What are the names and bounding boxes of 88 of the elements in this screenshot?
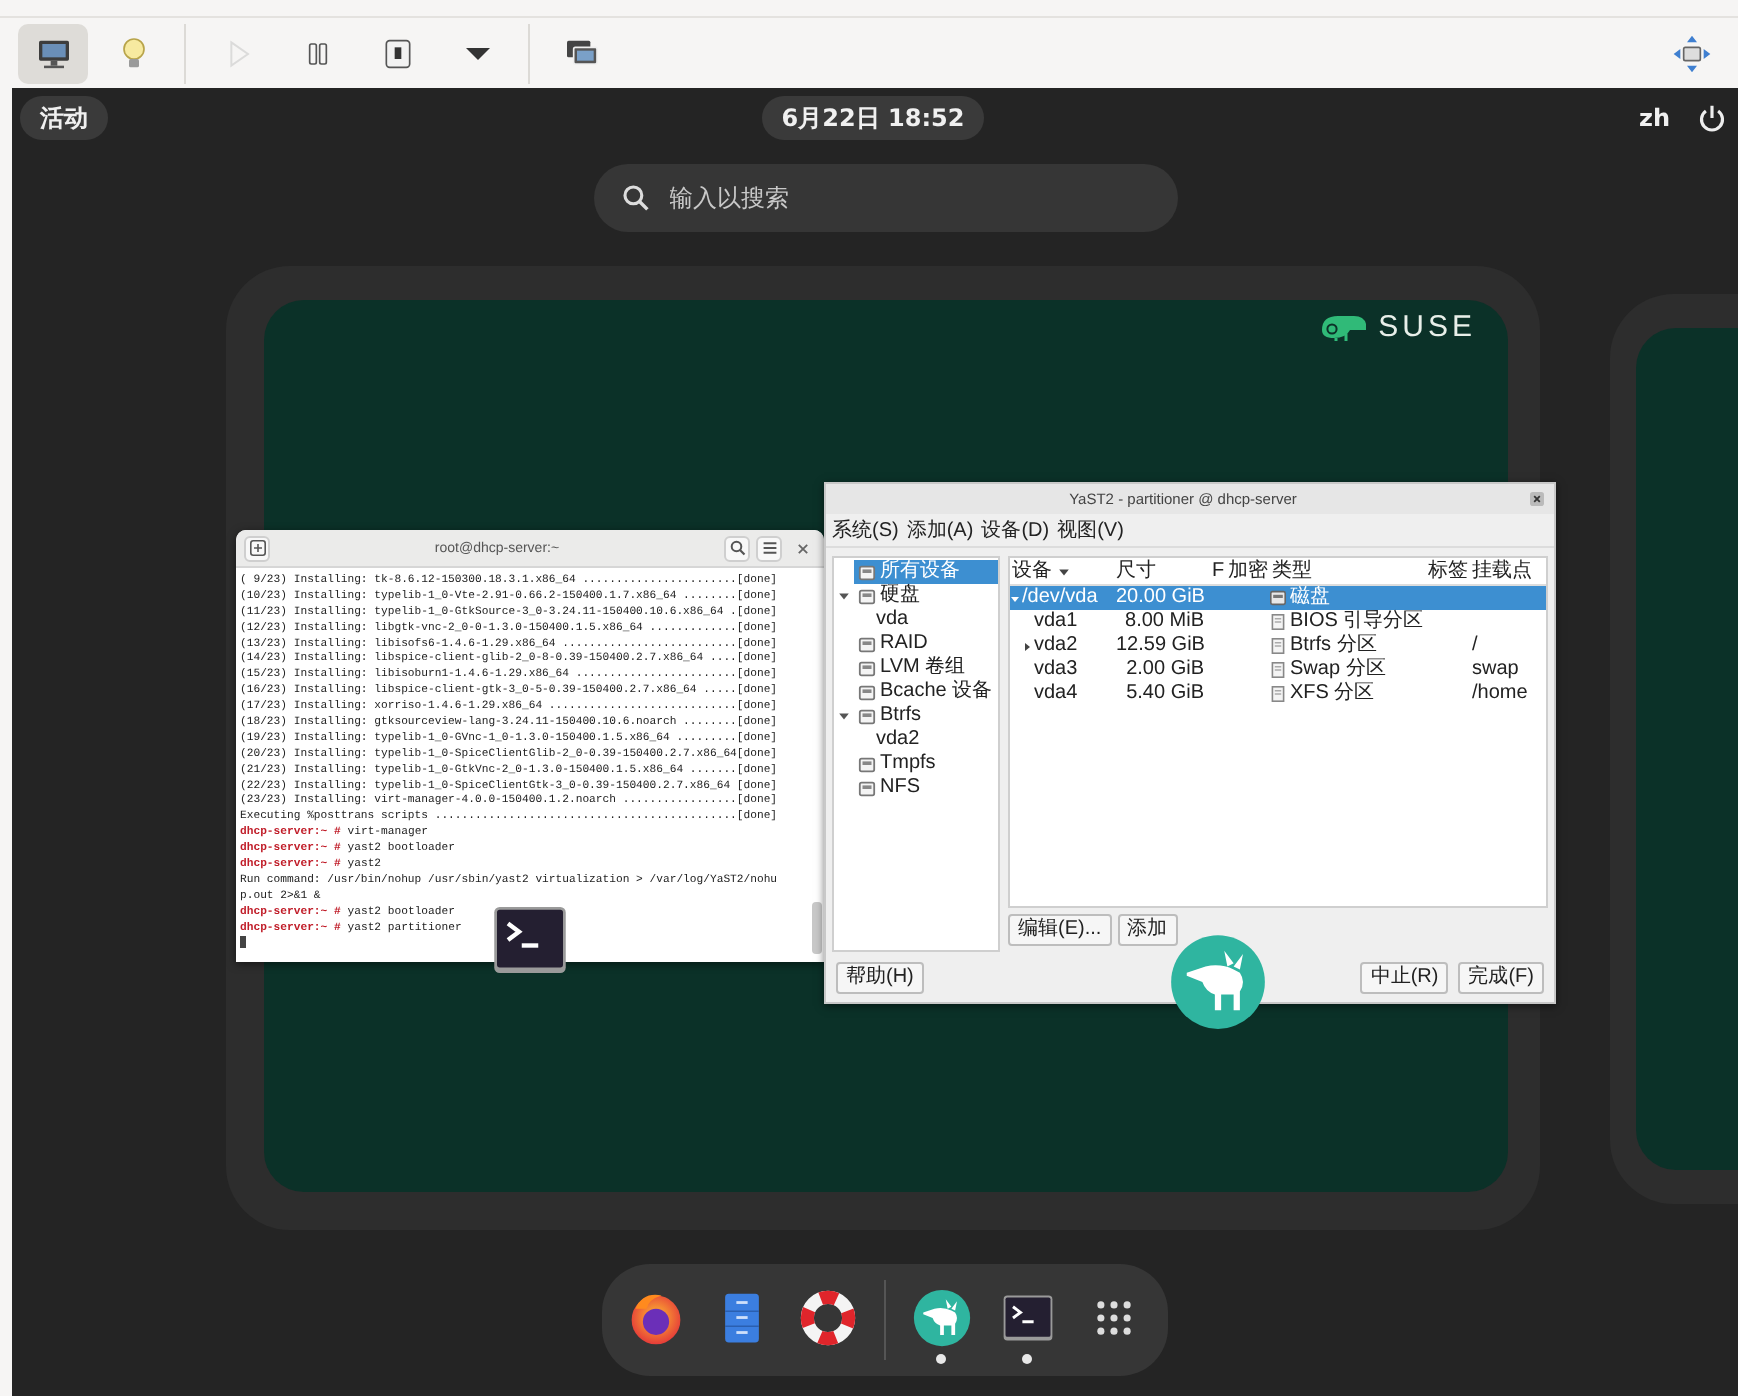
expander-icon[interactable] xyxy=(838,590,850,602)
lifebuoy-icon[interactable] xyxy=(797,1288,857,1348)
terminal-window[interactable] xyxy=(236,530,824,962)
expander-icon[interactable] xyxy=(838,710,850,722)
partition-icon xyxy=(1270,638,1286,654)
search-icon xyxy=(729,540,745,556)
table-row[interactable]: vda4 5.40 GiB XFS 分区 /home xyxy=(1010,682,1546,706)
plus-icon xyxy=(249,540,265,556)
logo-text: SUSE xyxy=(1378,310,1476,344)
caret-icon xyxy=(465,47,489,59)
device-name: vda1 xyxy=(1034,610,1078,634)
menu-button[interactable] xyxy=(756,535,782,561)
tree-item[interactable]: Bcache 设备 xyxy=(854,680,997,704)
partition-icon xyxy=(1270,662,1286,678)
close-icon[interactable] xyxy=(1530,492,1544,506)
type-text: 磁盘 xyxy=(1290,586,1330,610)
menu-item[interactable]: 设备(D) xyxy=(981,516,1050,544)
close-icon[interactable] xyxy=(796,541,810,555)
text-cursor xyxy=(240,935,246,949)
scrollbar-thumb[interactable] xyxy=(812,902,822,954)
search-icon xyxy=(621,184,649,212)
chameleon-icon xyxy=(1318,312,1371,342)
display-button[interactable] xyxy=(18,23,88,83)
column-header[interactable]: 类型 xyxy=(1270,558,1426,584)
device-icon xyxy=(858,707,876,725)
column-header[interactable]: 标签 xyxy=(1426,558,1470,584)
device-icon xyxy=(858,755,876,773)
menu-item[interactable]: 添加(A) xyxy=(906,516,974,544)
new-tab-button[interactable] xyxy=(244,535,270,561)
table-row[interactable]: vda3 2.00 GiB Swap 分区 swap xyxy=(1010,658,1546,682)
table-cell-text: swap xyxy=(1470,658,1521,682)
device-name: vda3 xyxy=(1034,658,1078,682)
tree-item[interactable]: 硬盘 xyxy=(854,584,924,608)
power-icon[interactable] xyxy=(1698,104,1726,132)
table-cell-text: 2.00 GiB xyxy=(1124,658,1206,682)
device-icon xyxy=(858,635,876,653)
column-header[interactable]: 设备 xyxy=(1010,558,1114,584)
menu-item[interactable]: 系统(S) xyxy=(832,516,899,544)
dialog-button[interactable]: 中止(R) xyxy=(1360,961,1449,993)
device-icon xyxy=(858,659,876,677)
table-cell-text: 8.00 MiB xyxy=(1123,610,1206,634)
partitioner-window[interactable] xyxy=(824,482,1556,1004)
table-cell-text: / xyxy=(1470,634,1480,658)
device-name: vda4 xyxy=(1034,682,1078,706)
type-text: Swap 分区 xyxy=(1290,658,1386,682)
table-row[interactable]: vda2 12.59 GiB Btrfs 分区 / xyxy=(1010,634,1546,658)
tree-item[interactable]: vda2 xyxy=(872,728,924,752)
anteater-icon[interactable] xyxy=(911,1288,971,1348)
resize-icon xyxy=(1671,33,1711,73)
anteater-icon xyxy=(1168,932,1268,1032)
tree-item[interactable]: vda xyxy=(872,608,913,632)
dialog-button[interactable]: 帮助(H) xyxy=(836,961,924,993)
tree-item[interactable]: Btrfs xyxy=(854,704,926,728)
dialog-button[interactable]: 添加 xyxy=(1117,914,1178,946)
tree-item[interactable]: NFS xyxy=(854,776,924,800)
partition-icon xyxy=(1270,686,1286,702)
table-cell-text: /home xyxy=(1470,682,1530,706)
device-name: vda2 xyxy=(1034,634,1078,658)
menu-icon xyxy=(761,540,777,556)
type-text: XFS 分区 xyxy=(1290,682,1375,706)
device-name: /dev/vda xyxy=(1022,586,1098,610)
partition-icon xyxy=(1270,614,1286,630)
column-header[interactable]: 尺寸 xyxy=(1114,558,1210,584)
table-row[interactable]: vda1 8.00 MiB BIOS 引导分区 xyxy=(1010,610,1546,634)
search-field[interactable]: 输入以搜索 xyxy=(593,164,1177,232)
input-method-label[interactable]: zh xyxy=(1638,104,1670,132)
column-header[interactable]: 挂载点 xyxy=(1470,558,1542,584)
tree-item[interactable]: RAID xyxy=(854,632,932,656)
device-icon xyxy=(858,587,876,605)
column-header[interactable]: 加密 xyxy=(1226,558,1270,584)
column-header[interactable]: F xyxy=(1210,558,1226,584)
expander-icon[interactable] xyxy=(1022,641,1032,651)
table-cell-text: 5.40 GiB xyxy=(1124,682,1206,706)
tree-item[interactable]: Tmpfs xyxy=(854,752,940,776)
activities-button[interactable]: 活动 xyxy=(20,96,108,141)
search-button[interactable] xyxy=(724,535,750,561)
device-icon xyxy=(858,779,876,797)
table-cell-text: 12.59 GiB xyxy=(1114,634,1207,658)
type-text: BIOS 引导分区 xyxy=(1290,610,1424,634)
table-cell-text: 20.00 GiB xyxy=(1114,586,1207,610)
dialog-button[interactable]: 编辑(E)... xyxy=(1008,914,1112,946)
tree-item[interactable]: LVM 卷组 xyxy=(854,656,970,680)
type-text: Btrfs 分区 xyxy=(1290,634,1377,658)
device-icon xyxy=(858,683,876,701)
menu-item[interactable]: 视图(V) xyxy=(1057,516,1124,544)
dialog-button[interactable]: 完成(F) xyxy=(1458,961,1544,993)
device-icon xyxy=(858,563,876,581)
clock-button[interactable]: 6月22日 18:52 xyxy=(761,96,985,140)
